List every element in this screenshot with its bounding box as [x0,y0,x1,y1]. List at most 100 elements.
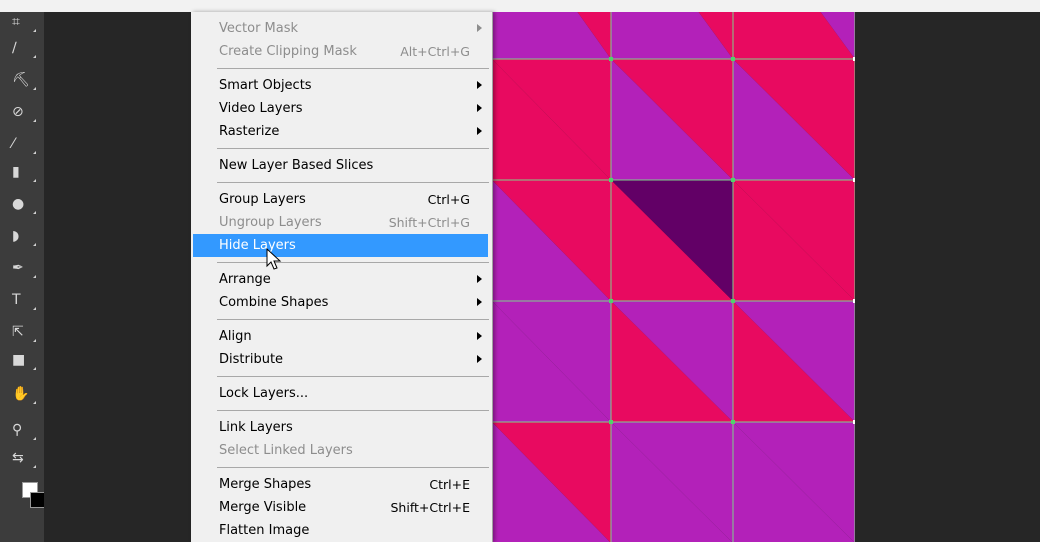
menu-item-arrange[interactable]: Arrange [191,268,490,291]
menu-item-rasterize[interactable]: Rasterize [191,120,490,143]
menu-item-shortcut: Alt+Ctrl+G [400,44,470,59]
menu-item-group-layers[interactable]: Group Layers Ctrl+G [191,188,490,211]
tool-flyout-indicator [33,243,36,246]
path-anchor-handle[interactable] [731,57,735,61]
menu-item-label: Smart Objects [219,78,312,93]
hand-tool-button[interactable]: ✋ [12,384,38,406]
path-anchor-handle[interactable] [609,420,613,424]
spot-healing-tool-icon: ⛏ [12,72,30,88]
menu-item-video-layers[interactable]: Video Layers [191,97,490,120]
menu-item-merge-shapes[interactable]: Merge Shapes Ctrl+E [191,473,490,496]
menu-item-smart-objects[interactable]: Smart Objects [191,74,490,97]
crop-tool-icon: ⌗ [12,14,20,30]
menu-item-label: Merge Shapes [219,477,312,492]
menu-item-merge-visible[interactable]: Merge Visible Shift+Ctrl+E [191,496,490,519]
path-selection-tool-button[interactable]: ⇱ [12,322,38,344]
path-anchor-handle[interactable] [609,178,613,182]
submenu-arrow-icon [477,127,482,135]
path-anchor-handle[interactable] [853,420,855,424]
menu-item-lock-layers[interactable]: Lock Layers... [191,382,490,405]
menu-item-new-layer-based-slices[interactable]: New Layer Based Slices [191,154,490,177]
swap-colors-button[interactable]: ⇆ [12,448,38,470]
shape-tool-icon: ■ [12,352,26,368]
swap-colors-icon: ⇆ [12,450,24,466]
path-anchor-handle[interactable] [609,299,613,303]
menu-item-distribute[interactable]: Distribute [191,348,490,371]
eyedropper-tool-icon: ∕ [12,40,17,56]
menu-item-label: Vector Mask [219,21,299,36]
path-anchor-handle[interactable] [853,178,855,182]
path-anchor-handle[interactable] [731,178,735,182]
menu-item-label: Link Layers [219,420,293,435]
menu-separator [217,148,489,149]
brush-tool-button[interactable]: ⊘ [12,102,38,124]
path-anchor-handle[interactable] [853,57,855,61]
type-tool-icon: T [12,292,21,308]
pen-tool-icon: ✒ [12,260,24,276]
menu-item-label: Video Layers [219,101,303,116]
tool-flyout-indicator [33,437,36,440]
submenu-arrow-icon [477,332,482,340]
blur-tool-icon: ◗ [12,228,20,244]
menu-item-label: Align [219,329,252,344]
shape-tool-button[interactable]: ■ [12,350,38,372]
clone-stamp-tool-button[interactable]: ⁄ [12,134,38,156]
tool-flyout-indicator [33,275,36,278]
submenu-arrow-icon [477,24,482,32]
gradient-tool-icon: ● [12,196,25,212]
brush-tool-icon: ⊘ [12,104,24,120]
menu-item-label: Create Clipping Mask [219,44,357,59]
menu-item-link-layers[interactable]: Link Layers [191,416,490,439]
mouse-cursor-icon [266,248,282,270]
menu-item-vector-mask[interactable]: Vector Mask [191,17,490,40]
spot-healing-tool-button[interactable]: ⛏ [12,70,38,92]
menu-separator [217,319,489,320]
menu-item-label: Rasterize [219,124,280,139]
blur-tool-button[interactable]: ◗ [12,226,38,248]
tool-flyout-indicator [33,55,36,58]
tool-flyout-indicator [33,29,36,32]
menu-item-create-clipping-mask[interactable]: Create Clipping Mask Alt+Ctrl+G [191,40,490,63]
hand-tool-icon: ✋ [12,386,30,402]
menu-item-label: Merge Visible [219,500,307,515]
path-anchor-handle[interactable] [853,299,855,303]
path-anchor-handle[interactable] [731,299,735,303]
menu-item-shortcut: Shift+Ctrl+G [388,215,470,230]
menu-item-shortcut: Ctrl+E [429,477,470,492]
zoom-tool-button[interactable]: ⚲ [12,420,38,442]
menu-item-label: New Layer Based Slices [219,158,374,173]
menu-item-hide-layers[interactable]: Hide Layers [193,234,488,257]
menu-item-align[interactable]: Align [191,325,490,348]
submenu-arrow-icon [477,104,482,112]
document-canvas[interactable] [492,12,855,542]
clone-stamp-tool-icon: ⁄ [12,136,15,152]
crop-tool-button[interactable]: ⌗ [12,12,38,34]
menu-item-label: Flatten Image [219,523,310,538]
menu-item-select-linked-layers[interactable]: Select Linked Layers [191,439,490,462]
menu-separator [217,68,489,69]
tool-flyout-indicator [33,465,36,468]
tool-flyout-indicator [33,307,36,310]
menu-item-label: Distribute [219,352,284,367]
submenu-arrow-icon [477,355,482,363]
path-anchor-handle[interactable] [609,57,613,61]
eyedropper-tool-button[interactable]: ∕ [12,38,38,60]
layer-menu: Vector Mask Create Clipping Mask Alt+Ctrl+… [191,12,493,542]
path-anchor-handle[interactable] [731,420,735,424]
menu-item-ungroup-layers[interactable]: Ungroup Layers Shift+Ctrl+G [191,211,490,234]
menu-item-combine-shapes[interactable]: Combine Shapes [191,291,490,314]
gradient-tool-button[interactable]: ● [12,194,38,216]
menu-item-flatten-image[interactable]: Flatten Image [191,519,490,542]
menu-separator [217,376,489,377]
tool-flyout-indicator [33,87,36,90]
pen-tool-button[interactable]: ✒ [12,258,38,280]
type-tool-button[interactable]: T [12,290,38,312]
menu-item-label: Lock Layers... [219,386,309,401]
tool-flyout-indicator [33,401,36,404]
menu-separator [217,262,489,263]
tool-flyout-indicator [33,151,36,154]
zoom-tool-icon: ⚲ [12,422,23,438]
tool-flyout-indicator [33,339,36,342]
menu-separator [217,410,489,411]
eraser-tool-button[interactable]: ▮ [12,162,38,184]
